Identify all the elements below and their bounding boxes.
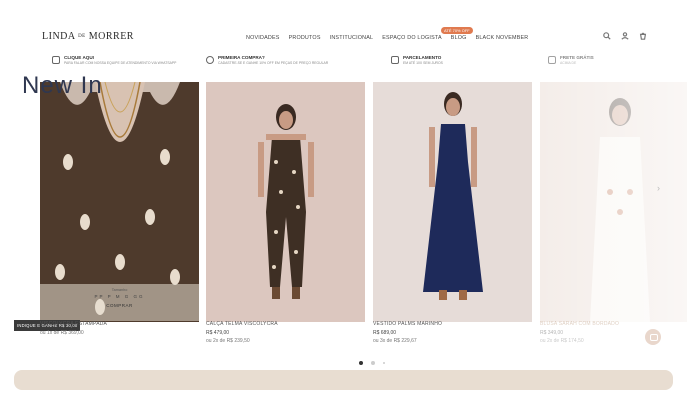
- benefit-first-purchase[interactable]: PRIMEIRA COMPRA? CADASTRE-SE E GANHE 10%…: [206, 55, 328, 65]
- chat-icon[interactable]: [645, 329, 661, 345]
- product-info-4[interactable]: BLUSA SARAH COM BORDADO R$ 349,00 ou 2x …: [540, 321, 619, 344]
- product-price: R$ 689,00: [373, 330, 397, 336]
- product-info-1[interactable]: VISCOLYCRA ESTAMPADA ou 1x de R$ 369,00: [40, 321, 107, 336]
- product-name[interactable]: VESTIDO PALMS MARINHO: [373, 321, 442, 327]
- product-name[interactable]: BLUSA SARAH COM BORDADO: [540, 321, 619, 327]
- benefit-free-shipping[interactable]: FRETE GRÁTIS ACIMA DE: [548, 55, 594, 65]
- cart-icon[interactable]: [639, 32, 647, 40]
- site-header: LINDA DE MORRER NOVIDADES PRODUTOS INSTI…: [0, 0, 687, 50]
- buy-button[interactable]: COMPRAR: [40, 303, 199, 308]
- benefit-installments[interactable]: PARCELAMENTO EM ATÉ 10X SEM JUROS: [391, 55, 443, 65]
- nav-item-black-november[interactable]: BLACK NOVEMBER: [476, 35, 529, 41]
- product-installments: ou 3x de R$ 229,67: [373, 338, 417, 344]
- nav-item-novidades[interactable]: NOVIDADES: [246, 35, 280, 41]
- carousel-pagination: [359, 361, 385, 365]
- product-image: [373, 82, 532, 322]
- product-price: R$ 349,00: [540, 330, 564, 336]
- benefit-subtitle: CADASTRE-SE E GANHE 10% OFF EM PEÇAS DE …: [218, 61, 329, 65]
- section-title: New In: [22, 72, 103, 99]
- logo-text-2: MORRER: [88, 31, 134, 42]
- main-nav: NOVIDADES PRODUTOS INSTITUCIONAL ESPAÇO …: [246, 35, 528, 41]
- benefit-whatsapp[interactable]: CLIQUE AQUI PARA FALAR COM NOSSA EQUIPE …: [52, 55, 176, 65]
- logo-text: LINDA: [42, 31, 76, 42]
- benefit-title: PARCELAMENTO: [403, 55, 442, 60]
- carousel-next-icon[interactable]: ›: [657, 183, 660, 193]
- carousel-dot[interactable]: [383, 362, 385, 364]
- size-label: Tamanho: [111, 288, 128, 292]
- benefit-subtitle: EM ATÉ 10X SEM JUROS: [403, 61, 443, 65]
- product-info-2[interactable]: CALÇA TELMA VISCOLYCRA R$ 479,00 ou 2x d…: [206, 321, 278, 344]
- bottom-band: [14, 370, 673, 390]
- benefit-subtitle: PARA FALAR COM NOSSA EQUIPE DE ATENDIMEN…: [64, 61, 177, 65]
- benefits-bar: CLIQUE AQUI PARA FALAR COM NOSSA EQUIPE …: [0, 55, 687, 69]
- size-options[interactable]: PP P M G GG: [40, 294, 199, 299]
- header-icons: [603, 32, 647, 40]
- product-card-3[interactable]: [373, 82, 532, 322]
- product-name[interactable]: CALÇA TELMA VISCOLYCRA: [206, 321, 278, 327]
- product-image: [206, 82, 365, 322]
- product-info-3[interactable]: VESTIDO PALMS MARINHO R$ 689,00 ou 3x de…: [373, 321, 442, 344]
- product-installments: ou 2x de R$ 239,50: [206, 338, 250, 344]
- product-installments: ou 1x de R$ 369,00: [40, 330, 84, 336]
- nav-item-institucional[interactable]: INSTITUCIONAL: [330, 35, 374, 41]
- brand-logo[interactable]: LINDA DE MORRER: [42, 31, 134, 42]
- carousel-dot[interactable]: [359, 361, 363, 365]
- product-card-2[interactable]: [206, 82, 365, 322]
- carousel-fade: [540, 82, 687, 352]
- carousel-dot[interactable]: [371, 361, 375, 365]
- benefit-title: FRETE GRÁTIS: [560, 55, 594, 60]
- benefit-title: CLIQUE AQUI: [64, 55, 94, 60]
- quick-buy-overlay: Tamanho PP P M G GG COMPRAR: [40, 284, 199, 321]
- product-installments: ou 2x de R$ 174,50: [540, 338, 584, 344]
- sale-badge: ATÉ 70% OFF: [441, 27, 473, 34]
- product-name[interactable]: VISCOLYCRA ESTAMPADA: [40, 321, 107, 327]
- credit-card-icon: [391, 56, 399, 64]
- nav-item-produtos[interactable]: PRODUTOS: [289, 35, 321, 41]
- truck-icon: [548, 56, 556, 64]
- whatsapp-icon: [52, 56, 60, 64]
- nav-item-espaco-logista[interactable]: ESPAÇO DO LOGISTA: [382, 35, 442, 41]
- nav-item-blog[interactable]: BLOG: [451, 35, 467, 41]
- discount-icon: [206, 56, 214, 64]
- logo-small: DE: [78, 34, 86, 40]
- product-price: R$ 479,00: [206, 330, 230, 336]
- user-icon[interactable]: [621, 32, 629, 40]
- search-icon[interactable]: [603, 32, 611, 40]
- benefit-title: PRIMEIRA COMPRA?: [218, 55, 265, 60]
- benefit-subtitle: ACIMA DE: [560, 61, 577, 65]
